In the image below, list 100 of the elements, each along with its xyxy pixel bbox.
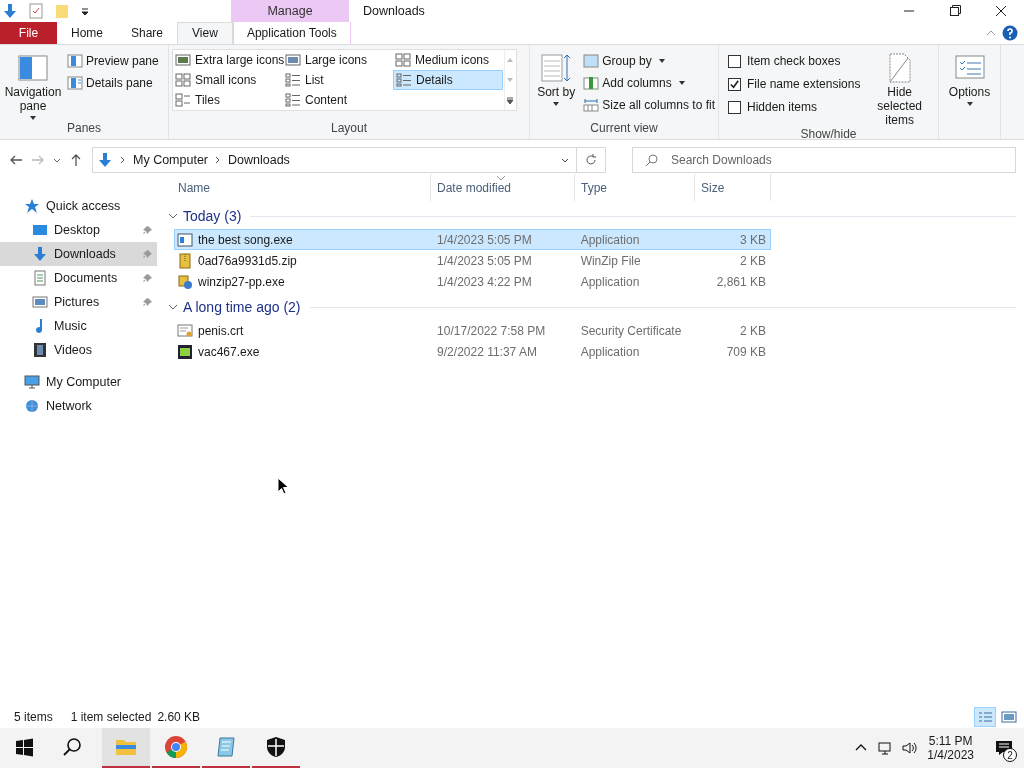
column-header[interactable]: Size <box>695 174 771 201</box>
file-row[interactable]: winzip27-pp.exe 1/4/2023 4:22 PM Application 2,861 KB <box>174 271 771 292</box>
file-name: the best song.exe <box>198 232 293 247</box>
file-row[interactable]: vac467.exe 9/2/2022 11:37 AM Application 709 KB <box>174 341 771 362</box>
download-arrow-icon <box>32 246 48 262</box>
breadcrumb[interactable]: My Computer <box>133 153 209 167</box>
group-header[interactable]: A long time ago (2) <box>183 299 301 315</box>
layout-option[interactable]: Content <box>283 90 393 110</box>
options-button[interactable]: Options <box>942 49 997 139</box>
table-cell-text: 2,861 KB <box>715 274 767 289</box>
sort-by-button[interactable]: Sort by <box>533 49 580 121</box>
checkbox-option[interactable]: Hidden items <box>722 97 861 117</box>
breadcrumb[interactable]: Downloads <box>228 153 290 167</box>
mouse-pointer-icon <box>277 477 289 495</box>
download-arrow-icon <box>97 152 113 168</box>
add-columns-button[interactable]: Add columns <box>583 73 715 92</box>
size-columns-button[interactable]: Size all columns to fit <box>583 95 715 114</box>
expand-gallery-icon[interactable] <box>505 95 515 105</box>
chevron-right-icon[interactable] <box>119 155 127 165</box>
checkbox[interactable] <box>728 77 741 91</box>
network-globe-icon <box>24 398 40 414</box>
pin-icon[interactable] <box>143 297 153 307</box>
hide-selected-items-button[interactable]: Hide selected items <box>864 49 935 128</box>
file-row[interactable]: 0ad76a9931d5.zip 1/4/2023 5:05 PM WinZip File 2 KB <box>174 250 771 271</box>
clock-time[interactable]: 5:11 PM <box>928 734 973 748</box>
film-icon <box>32 342 48 358</box>
navigation-item[interactable]: Music <box>0 314 157 338</box>
checkbox-option[interactable]: File name extensions <box>722 74 861 94</box>
navigation-item[interactable]: My Computer <box>0 370 157 394</box>
table-cell-text: WinZip File <box>579 253 642 268</box>
layout-option[interactable]: Large icons <box>283 50 393 70</box>
chevron-down-icon[interactable] <box>168 302 178 312</box>
certificate-icon <box>177 322 193 339</box>
layout-option[interactable]: Medium icons <box>393 50 503 70</box>
navigation-item[interactable]: Downloads <box>0 242 157 266</box>
ribbon-tab[interactable]: View <box>177 22 233 44</box>
pin-icon[interactable] <box>143 273 153 283</box>
search-icon <box>644 152 660 168</box>
details-pane-button[interactable]: Details pane <box>67 73 159 92</box>
group-by-button[interactable]: Group by <box>583 51 715 70</box>
address-bar[interactable]: My Computer Downloads <box>92 147 606 173</box>
ribbon-tab[interactable]: Application Tools <box>232 22 351 44</box>
checkbox[interactable] <box>728 100 741 114</box>
file-name: winzip27-pp.exe <box>198 274 285 289</box>
layout-option[interactable]: List <box>283 70 393 90</box>
search-field[interactable]: Search Downloads <box>632 147 1016 173</box>
ribbon-tab[interactable]: Home <box>57 22 117 44</box>
chevron-down-icon[interactable] <box>168 211 178 221</box>
file-row[interactable]: penis.crt 10/17/2022 7:58 PM Security Certificate 2 KB <box>174 320 771 341</box>
sort-icon <box>541 53 572 83</box>
list-view-icon <box>285 93 301 107</box>
pin-icon[interactable] <box>143 225 153 235</box>
pane-layout-icon <box>18 53 48 83</box>
navigation-pane-button[interactable]: Navigation pane <box>3 49 63 121</box>
notifications-button[interactable]: 2 <box>984 728 1024 768</box>
navigation-item[interactable]: Documents <box>0 266 157 290</box>
file-name: vac467.exe <box>198 344 260 359</box>
column-header[interactable]: Date modified <box>431 174 575 201</box>
picture-icon <box>285 53 301 67</box>
selection-size: 2.60 KB <box>157 710 201 724</box>
column-header[interactable]: Type <box>575 174 695 201</box>
navigation-item[interactable]: Quick access <box>0 194 157 218</box>
column-header[interactable]: Name <box>166 174 431 201</box>
navigation-item[interactable]: Network <box>0 394 157 418</box>
collapse-ribbon-icon[interactable] <box>986 28 996 38</box>
window-title: Downloads <box>362 3 425 20</box>
ribbon-tab[interactable]: Share <box>117 22 178 44</box>
table-cell-text: Application <box>579 274 641 289</box>
checkbox-option[interactable]: Item check boxes <box>722 51 861 71</box>
speaker-icon[interactable] <box>901 740 918 756</box>
checkbox-label: File name extensions <box>747 77 861 91</box>
file-menu-tab[interactable]: File <box>0 22 57 44</box>
navigation-item[interactable]: Pictures <box>0 290 157 314</box>
pane-layout-icon <box>67 53 83 68</box>
checkbox[interactable] <box>728 54 741 68</box>
layout-option[interactable]: Extra large icons <box>173 50 283 70</box>
properties-icon[interactable] <box>28 3 44 19</box>
table-cell-text: 9/2/2022 11:37 AM <box>436 344 538 359</box>
dropdown-icon[interactable] <box>80 6 90 16</box>
layout-option[interactable]: Tiles <box>173 90 283 110</box>
preview-pane-button[interactable]: Preview pane <box>67 51 159 70</box>
network-icon[interactable] <box>877 740 894 756</box>
table-cell-text: Application <box>579 232 641 247</box>
layout-option[interactable]: Small icons <box>173 70 283 90</box>
application-window-icon <box>177 231 193 248</box>
refresh-icon[interactable] <box>583 152 599 168</box>
clock-date[interactable]: 1/4/2023 <box>927 748 974 762</box>
table-cell-text: 2 KB <box>739 323 767 338</box>
star-icon <box>24 198 40 214</box>
navigation-item[interactable]: Videos <box>0 338 157 362</box>
file-row[interactable]: the best song.exe 1/4/2023 5:05 PM Application 3 KB <box>174 229 771 250</box>
browser-icon <box>164 735 188 759</box>
picture-icon <box>32 294 48 310</box>
group-header[interactable]: Today (3) <box>183 208 242 224</box>
navigation-item[interactable]: Desktop <box>0 218 157 242</box>
document-icon <box>32 270 48 286</box>
help-icon[interactable] <box>1002 25 1018 41</box>
desktop-icon <box>32 222 48 238</box>
download-arrow-icon[interactable] <box>2 3 18 19</box>
layout-option[interactable]: Details <box>393 70 503 90</box>
